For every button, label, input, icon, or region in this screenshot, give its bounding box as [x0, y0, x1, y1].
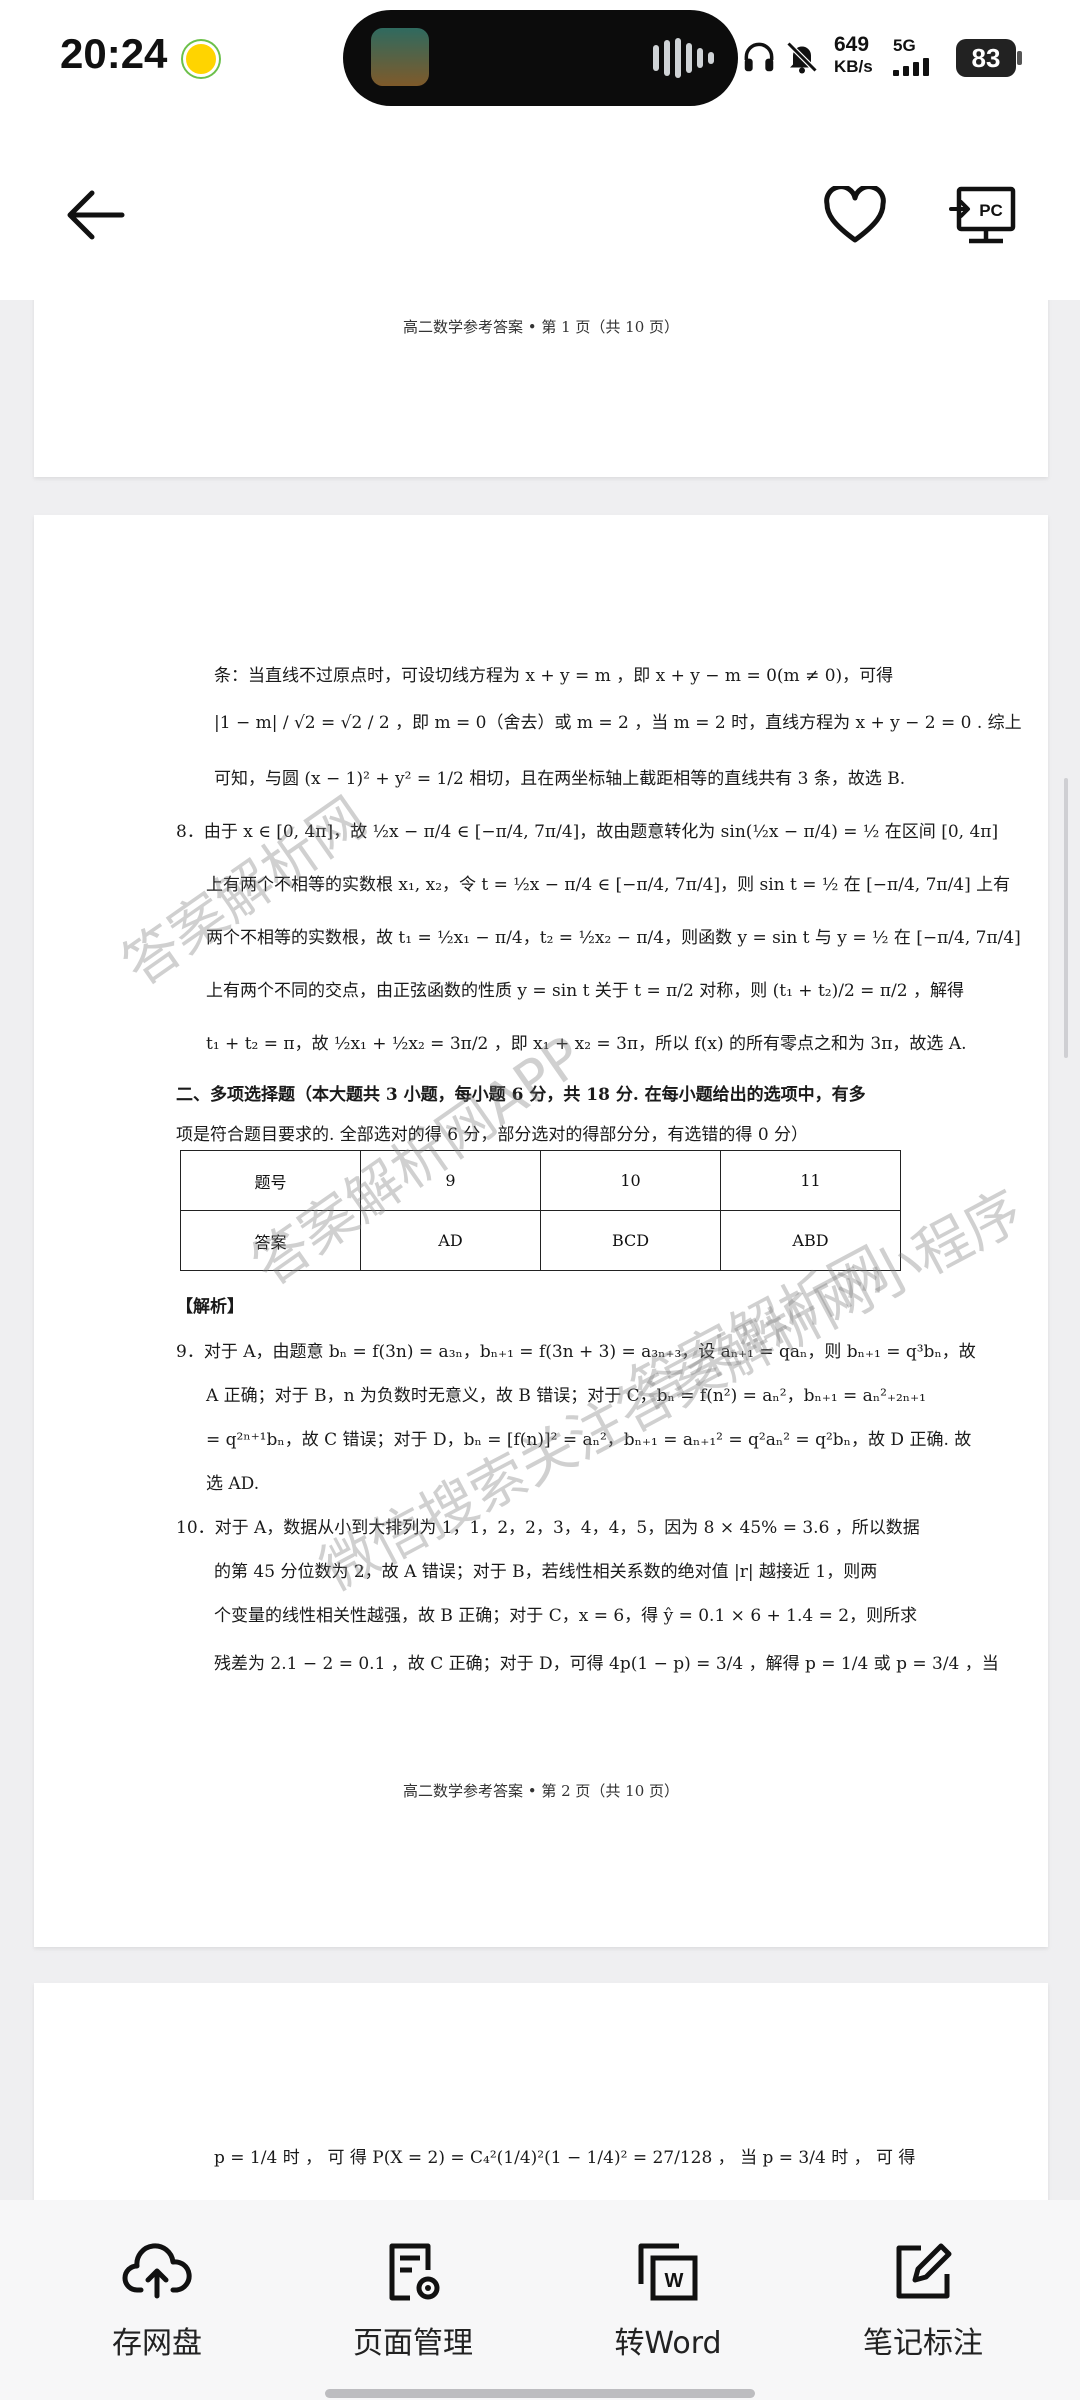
text-line: p = 1/4 时 ， 可 得 P(X = 2) = C₄²(1/4)²(1 −…	[214, 2148, 916, 2168]
table-cell: 题号	[180, 1150, 361, 1211]
convert-to-word-button[interactable]: W 转Word	[558, 2236, 778, 2362]
battery-tip	[1017, 51, 1022, 65]
text-line: 上有两个不相等的实数根 x₁, x₂，令 t = ½x − π/4 ∈ [−π/…	[206, 875, 1011, 895]
table-cell: BCD	[540, 1210, 721, 1271]
text-line: 条：当直线不过原点时，可设切线方程为 x + y = m ，即 x + y − …	[214, 666, 894, 686]
status-bar: 20:24 649 KB/s 5G 83	[0, 0, 1080, 115]
table-cell: 答案	[180, 1210, 361, 1271]
text-line: 8．由于 x ∈ [0, 4π]，故 ½x − π/4 ∈ [−π/4, 7π/…	[176, 822, 999, 842]
text-line: 选 AD.	[206, 1474, 260, 1494]
document-viewer[interactable]: 高二数学参考答案 • 第 1 页（共 10 页） 条：当直线不过原点时，可设切线…	[0, 300, 1080, 2200]
table-cell: 10	[540, 1150, 721, 1211]
scrollbar-thumb[interactable]	[1064, 778, 1068, 1058]
audio-wave-icon	[653, 38, 714, 78]
text-line: 个变量的线性相关性越强，故 B 正确；对于 C，x = 6，得 ŷ = 0.1 …	[214, 1606, 918, 1626]
net-speed-unit: KB/s	[834, 57, 873, 76]
heart-icon	[824, 186, 886, 243]
bottom-item-label: 笔记标注	[863, 2326, 983, 2361]
arrow-left-icon	[67, 190, 125, 240]
dynamic-island[interactable]	[343, 10, 738, 106]
battery-indicator: 83	[956, 39, 1016, 77]
table-cell: 11	[720, 1150, 901, 1211]
bottom-action-bar: 存网盘 页面管理 W 转Word 笔记标注	[0, 2200, 1080, 2400]
text-line: 可知，与圆 (x − 1)² + y² = 1/2 相切，且在两坐标轴上截距相等…	[214, 769, 906, 789]
text-line: 9．对于 A，由题意 bₙ = f(3n) = a₃ₙ，bₙ₊₁ = f(3n …	[176, 1342, 976, 1362]
table-row: 答案 AD BCD ABD	[180, 1210, 901, 1271]
convert-word-icon: W	[638, 2243, 698, 2301]
bottom-item-label: 页面管理	[353, 2326, 473, 2361]
answer-table: 题号 9 10 11 答案 AD BCD ABD	[180, 1150, 901, 1271]
edit-note-icon	[896, 2243, 952, 2299]
text-line: 10．对于 A，数据从小到大排列为 1，1，2，2，3，4，4，5，因为 8 ×…	[176, 1518, 920, 1538]
table-cell: ABD	[720, 1210, 901, 1271]
text-line: 上有两个不同的交点，由正弦函数的性质 y = sin t 关于 t = π/2 …	[206, 981, 964, 1001]
text-line: 两个不相等的实数根，故 t₁ = ½x₁ − π/4，t₂ = ½x₂ − π/…	[206, 928, 1021, 948]
page-footer: 高二数学参考答案 • 第 2 页（共 10 页）	[402, 1782, 680, 1800]
favorite-button[interactable]	[815, 175, 895, 255]
table-row: 题号 9 10 11	[180, 1150, 901, 1211]
cloud-upload-icon	[122, 2243, 192, 2299]
table-cell: 9	[360, 1150, 541, 1211]
table-cell: AD	[360, 1210, 541, 1271]
page-footer: 高二数学参考答案 • 第 1 页（共 10 页）	[402, 318, 680, 336]
media-thumbnail	[371, 28, 429, 86]
document-page-1: 高二数学参考答案 • 第 1 页（共 10 页）	[34, 300, 1048, 477]
network-speed: 649 KB/s	[834, 34, 873, 78]
document-page-3: p = 1/4 时 ， 可 得 P(X = 2) = C₄²(1/4)²(1 −…	[34, 1983, 1048, 2200]
text-line: 项是符合题目要求的. 全部选对的得 6 分，部分选对的得部分分，有选错的得 0 …	[176, 1125, 809, 1145]
analysis-heading: 【解析】	[176, 1297, 244, 1317]
text-line: = q²ⁿ⁺¹bₙ，故 C 错误；对于 D，bₙ = [f(n)]² = aₙ²…	[206, 1430, 972, 1450]
note-annotation-button[interactable]: 笔记标注	[813, 2236, 1033, 2362]
text-line: A 正确；对于 B，n 为负数时无意义，故 B 错误；对于 C，bₙ = f(n…	[206, 1386, 926, 1406]
headphones-icon	[744, 42, 774, 72]
viewer-toolbar: PC	[0, 115, 1080, 300]
text-line: |1 − m| / √2 = √2 / 2 ，即 m = 0（舍去）或 m = …	[214, 713, 1022, 733]
bottom-item-label: 存网盘	[112, 2326, 202, 2361]
back-button[interactable]	[55, 175, 135, 255]
save-to-cloud-button[interactable]: 存网盘	[47, 2236, 267, 2362]
net-speed-value: 649	[834, 33, 870, 56]
status-time: 20:24	[60, 30, 168, 77]
text-line: t₁ + t₂ = π，故 ½x₁ + ½x₂ = 3π/2 ，即 x₁ + x…	[206, 1034, 967, 1054]
svg-text:PC: PC	[979, 201, 1003, 220]
text-line: 残差为 2.1 − 2 = 0.1 ，故 C 正确；对于 D，可得 4p(1 −…	[214, 1654, 999, 1674]
bottom-item-label: 转Word	[614, 2326, 722, 2361]
send-to-pc-icon: PC	[949, 186, 1016, 244]
network-type: 5G	[893, 36, 916, 55]
home-indicator[interactable]	[325, 2389, 755, 2398]
app-notification-icon	[183, 41, 219, 77]
signal-strength-icon	[893, 58, 929, 76]
send-to-pc-button[interactable]: PC	[943, 175, 1023, 255]
section-heading: 二、多项选择题（本大题共 3 小题，每小题 6 分，共 18 分. 在每小题给出…	[176, 1085, 866, 1105]
text-line: 的第 45 分位数为 2，故 A 错误；对于 B，若线性相关系数的绝对值 |r|…	[214, 1562, 878, 1582]
page-settings-icon	[389, 2243, 440, 2301]
page-management-button[interactable]: 页面管理	[303, 2236, 523, 2362]
svg-text:W: W	[665, 2270, 684, 2292]
document-page-2: 条：当直线不过原点时，可设切线方程为 x + y = m ，即 x + y − …	[34, 515, 1048, 1947]
mute-bell-icon	[786, 41, 818, 74]
